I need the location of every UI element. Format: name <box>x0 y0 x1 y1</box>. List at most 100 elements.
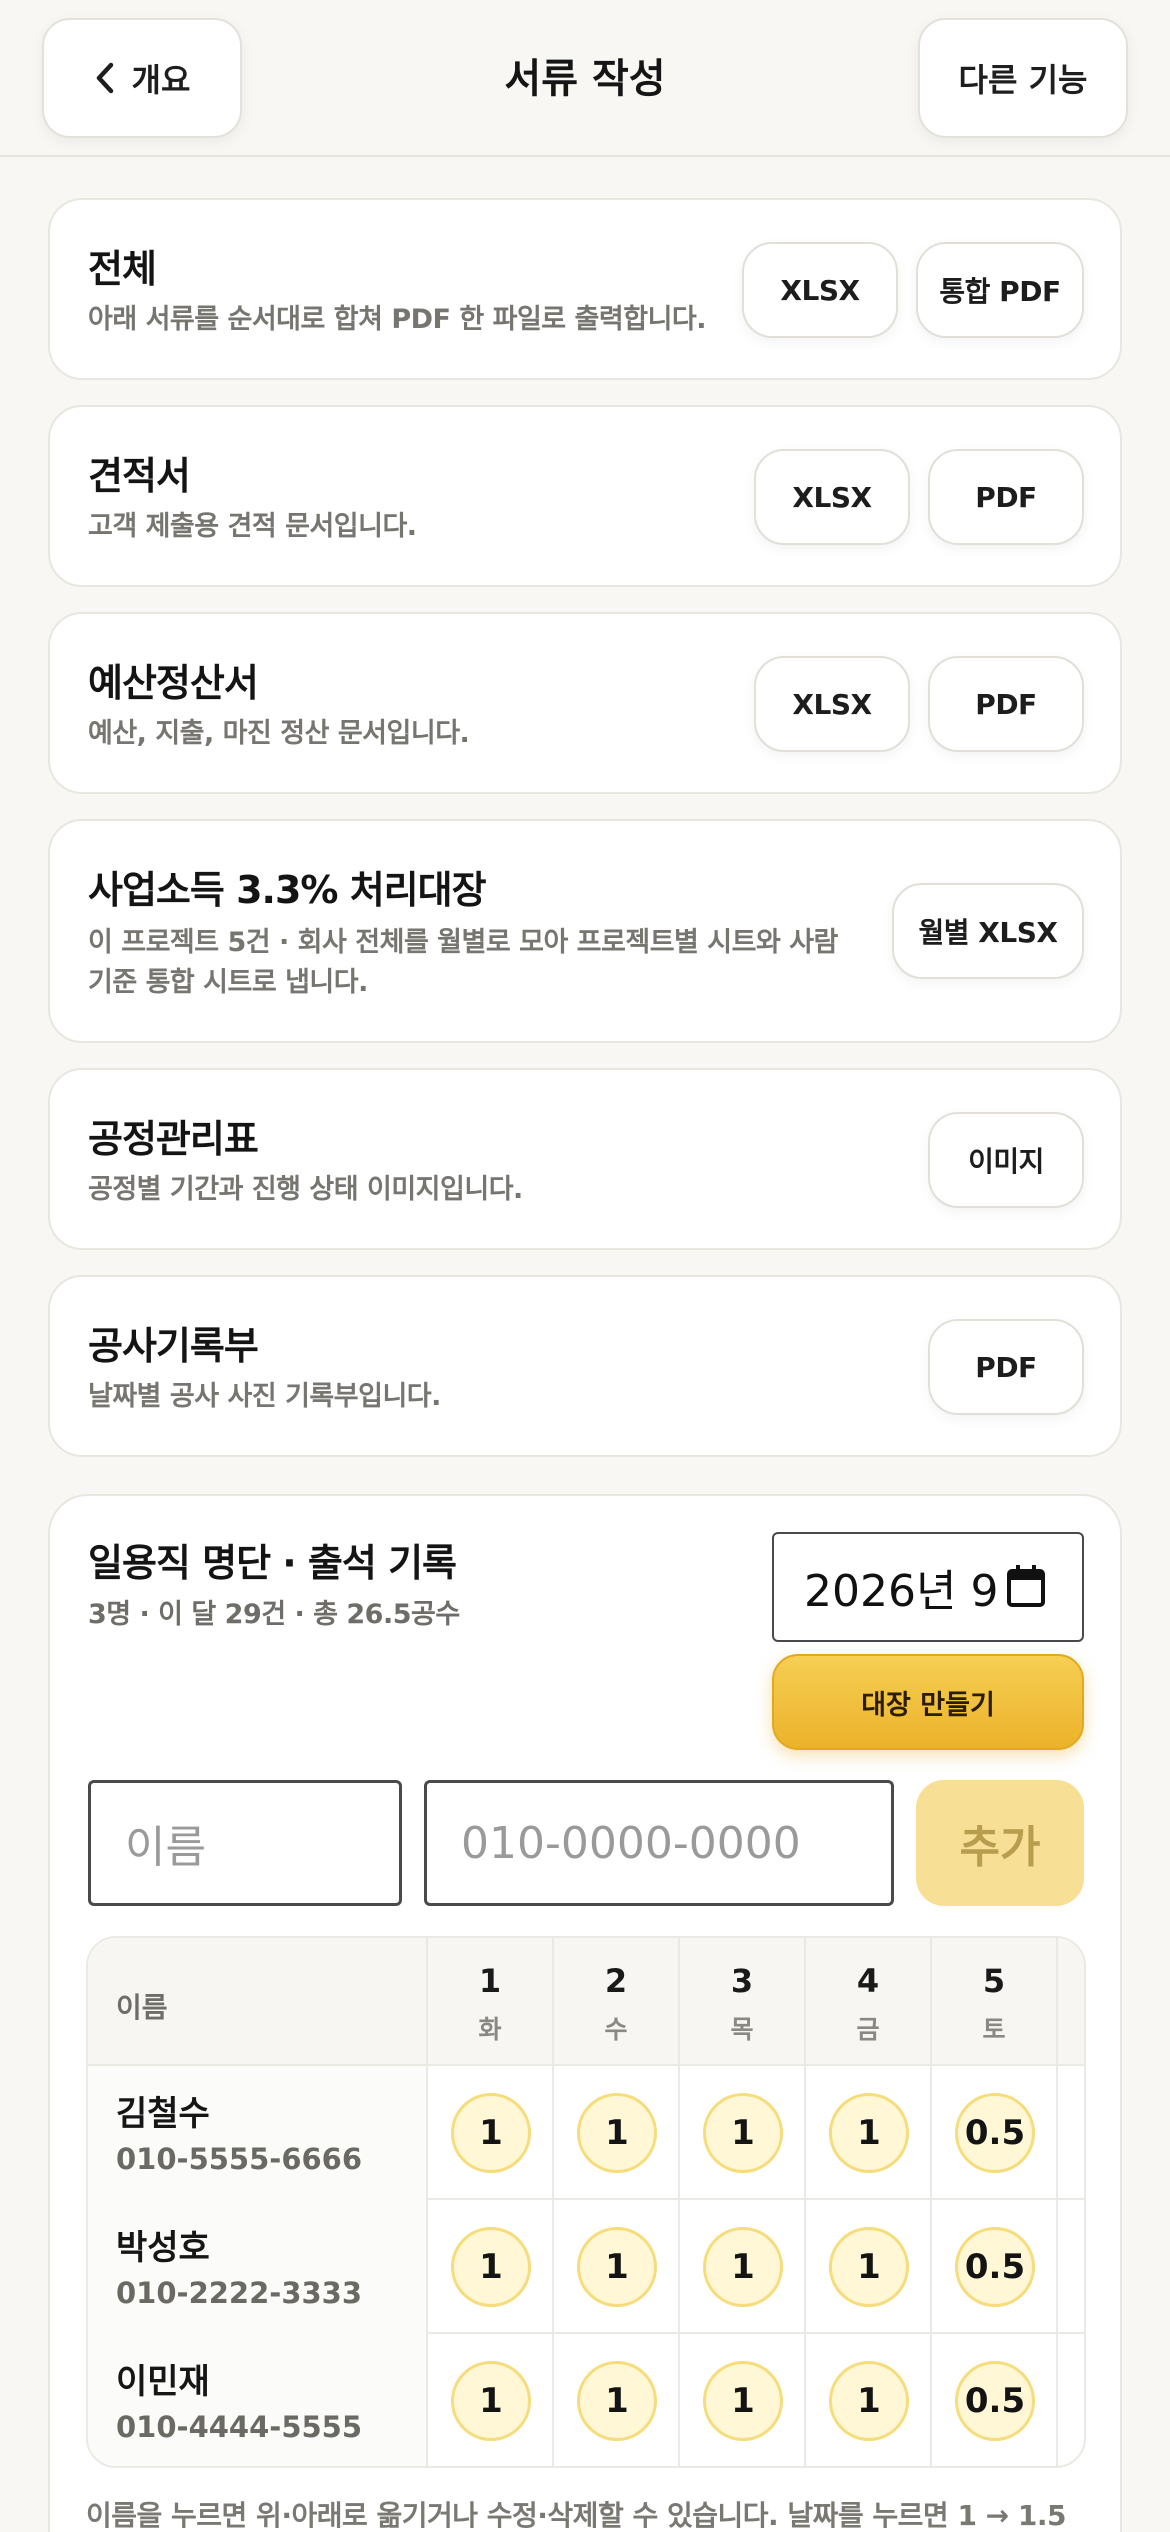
table-row: 이민재 010-4444-5555 1 1 1 1 0.5 <box>88 2334 1084 2466</box>
attendance-cell-partial <box>1056 2066 1084 2200</box>
attendance-cell[interactable]: 1 <box>552 2334 678 2466</box>
xlsx-button[interactable]: XLSX <box>754 656 910 752</box>
day-number: 1 <box>478 1962 502 2000</box>
attendance-summary: 3명 · 이 달 29건 · 총 26.5공수 <box>88 1599 460 1630</box>
workday-value: 0.5 <box>955 2093 1035 2173</box>
name-input[interactable]: 이름 <box>88 1780 402 1906</box>
pdf-button[interactable]: PDF <box>928 1319 1084 1415</box>
attendance-section: 일용직 명단 · 출석 기록 3명 · 이 달 29건 · 총 26.5공수 2… <box>48 1494 1122 2532</box>
pdf-button[interactable]: PDF <box>928 656 1084 752</box>
doc-card-estimate: 견적서 고객 제출용 견적 문서입니다. XLSX PDF <box>48 405 1122 587</box>
table-header: 이름 1 화 2 수 3 목 4 금 5 토 <box>88 1938 1084 2066</box>
attendance-cell-partial <box>1056 2334 1084 2466</box>
worker-name: 김철수 <box>116 2094 210 2134</box>
pdf-button[interactable]: PDF <box>928 449 1084 545</box>
attendance-title: 일용직 명단 · 출석 기록 <box>88 1541 457 1585</box>
attendance-cell[interactable]: 1 <box>426 2334 552 2466</box>
xlsx-button[interactable]: XLSX <box>742 242 898 338</box>
attendance-cell[interactable]: 1 <box>804 2200 930 2334</box>
table-row: 박성호 010-2222-3333 1 1 1 1 0.5 <box>88 2200 1084 2334</box>
doc-card-business-income: 사업소득 3.3% 처리대장 이 프로젝트 5건 · 회사 전체를 월별로 모아… <box>48 819 1122 1043</box>
doc-description-line2: 기준 통합 시트로 냅니다. <box>88 967 368 998</box>
doc-card-budget: 예산정산서 예산, 지출, 마진 정산 문서입니다. XLSX PDF <box>48 612 1122 794</box>
attendance-table: 이름 1 화 2 수 3 목 4 금 5 토 김철수 010-5555-6666… <box>86 1936 1086 2468</box>
phone-input[interactable]: 010-0000-0000 <box>424 1780 894 1906</box>
doc-description: 고객 제출용 견적 문서입니다. <box>88 511 417 542</box>
add-worker-button[interactable]: 추가 <box>916 1780 1084 1906</box>
day-header[interactable]: 4 금 <box>804 1938 930 2066</box>
worker-phone: 010-4444-5555 <box>116 2410 363 2444</box>
doc-title: 사업소득 3.3% 처리대장 <box>88 868 487 912</box>
worker-phone: 010-2222-3333 <box>116 2276 363 2310</box>
more-features-button[interactable]: 다른 기능 <box>918 18 1128 138</box>
weekday: 금 <box>856 2015 880 2044</box>
weekday: 토 <box>982 2015 1006 2044</box>
doc-title: 공사기록부 <box>88 1324 259 1368</box>
doc-description: 아래 서류를 순서대로 합쳐 PDF 한 파일로 출력합니다. <box>88 304 707 335</box>
top-bar: 개요 서류 작성 다른 기능 <box>0 0 1170 157</box>
doc-title: 예산정산서 <box>88 661 259 705</box>
attendance-cell[interactable]: 1 <box>552 2066 678 2200</box>
attendance-cell[interactable]: 1 <box>426 2200 552 2334</box>
doc-card-construction-log: 공사기록부 날짜별 공사 사진 기록부입니다. PDF <box>48 1275 1122 1457</box>
name-column-header: 이름 <box>116 1991 168 2024</box>
doc-description: 날짜별 공사 사진 기록부입니다. <box>88 1381 441 1412</box>
day-header[interactable]: 3 목 <box>678 1938 804 2066</box>
workday-value: 1 <box>829 2093 909 2173</box>
workday-value: 0.5 <box>955 2227 1035 2307</box>
day-number: 2 <box>604 1962 628 2000</box>
workday-value: 1 <box>577 2093 657 2173</box>
merged-pdf-button[interactable]: 통합 PDF <box>916 242 1084 338</box>
doc-description: 공정별 기간과 진행 상태 이미지입니다. <box>88 1174 523 1205</box>
weekday: 수 <box>604 2015 628 2044</box>
day-header[interactable]: 5 토 <box>930 1938 1056 2066</box>
day-number: 3 <box>730 1962 754 2000</box>
month-value: 2026년 9 <box>804 1566 999 1617</box>
workday-value: 1 <box>451 2227 531 2307</box>
day-header[interactable]: 2 수 <box>552 1938 678 2066</box>
create-ledger-button[interactable]: 대장 만들기 <box>772 1654 1084 1750</box>
attendance-cell[interactable]: 1 <box>678 2200 804 2334</box>
day-header-partial <box>1056 1938 1084 2066</box>
worker-name: 박성호 <box>116 2228 210 2268</box>
attendance-cell-partial <box>1056 2200 1084 2334</box>
attendance-cell[interactable]: 1 <box>426 2066 552 2200</box>
worker-name-cell[interactable]: 이민재 010-4444-5555 <box>88 2334 426 2466</box>
attendance-cell[interactable]: 0.5 <box>930 2066 1056 2200</box>
name-placeholder: 이름 <box>125 1822 206 1873</box>
day-number: 5 <box>982 1962 1006 2000</box>
doc-description-line1: 이 프로젝트 5건 · 회사 전체를 월별로 모아 프로젝트별 시트와 사람 <box>88 927 838 958</box>
attendance-cell[interactable]: 0.5 <box>930 2200 1056 2334</box>
doc-card-schedule: 공정관리표 공정별 기간과 진행 상태 이미지입니다. 이미지 <box>48 1068 1122 1250</box>
workday-value: 1 <box>703 2227 783 2307</box>
attendance-cell[interactable]: 1 <box>678 2066 804 2200</box>
workday-value: 1 <box>703 2093 783 2173</box>
worker-name-cell[interactable]: 김철수 010-5555-6666 <box>88 2066 426 2200</box>
attendance-cell[interactable]: 1 <box>678 2334 804 2466</box>
attendance-cell[interactable]: 1 <box>552 2200 678 2334</box>
month-input[interactable]: 2026년 9 <box>772 1532 1084 1642</box>
workday-value: 1 <box>577 2227 657 2307</box>
workday-value: 1 <box>577 2361 657 2441</box>
doc-card-all: 전체 아래 서류를 순서대로 합쳐 PDF 한 파일로 출력합니다. XLSX … <box>48 198 1122 380</box>
attendance-cell[interactable]: 0.5 <box>930 2334 1056 2466</box>
day-number: 4 <box>856 1962 880 2000</box>
worker-name-cell[interactable]: 박성호 010-2222-3333 <box>88 2200 426 2334</box>
attendance-cell[interactable]: 1 <box>804 2066 930 2200</box>
worker-name: 이민재 <box>116 2362 210 2402</box>
phone-placeholder: 010-0000-0000 <box>461 1817 801 1869</box>
xlsx-button[interactable]: XLSX <box>754 449 910 545</box>
workday-value: 1 <box>451 2361 531 2441</box>
doc-title: 전체 <box>88 247 157 291</box>
day-header[interactable]: 1 화 <box>426 1938 552 2066</box>
workday-value: 0.5 <box>955 2361 1035 2441</box>
attendance-cell[interactable]: 1 <box>804 2334 930 2466</box>
doc-title: 공정관리표 <box>88 1117 259 1161</box>
image-button[interactable]: 이미지 <box>928 1112 1084 1208</box>
calendar-icon[interactable] <box>1006 1564 1046 1608</box>
monthly-xlsx-button[interactable]: 월별 XLSX <box>892 883 1084 979</box>
worker-phone: 010-5555-6666 <box>116 2142 363 2176</box>
help-note: 이름을 누르면 위·아래로 옮기거나 수정·삭제할 수 있습니다. 날짜를 누르… <box>86 2499 1067 2532</box>
weekday: 목 <box>730 2015 754 2044</box>
workday-value: 1 <box>451 2093 531 2173</box>
